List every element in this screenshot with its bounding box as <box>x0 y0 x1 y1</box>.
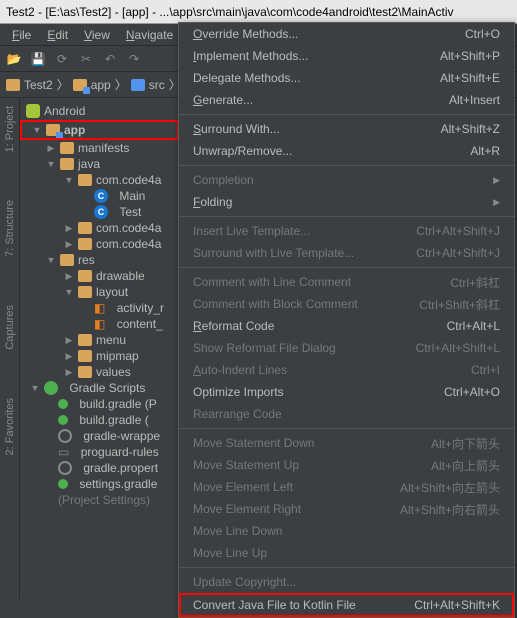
module-icon <box>73 79 87 91</box>
gear-icon <box>58 461 72 475</box>
menu-item-20: Rearrange Code <box>179 403 514 425</box>
tree-header[interactable]: Android <box>20 102 179 120</box>
menu-item-3[interactable]: Generate...Alt+Insert <box>179 89 514 111</box>
menu-item-0[interactable]: Override Methods...Ctrl+O <box>179 23 514 45</box>
module-icon <box>46 124 60 136</box>
menu-item-1[interactable]: Implement Methods...Alt+Shift+P <box>179 45 514 67</box>
menu-item-5[interactable]: Surround With...Alt+Shift+Z <box>179 118 514 140</box>
tree-settings-gradle[interactable]: settings.gradle <box>20 476 179 492</box>
tree-mipmap[interactable]: mipmap <box>20 348 179 364</box>
menu-item-30[interactable]: Convert Java File to Kotlin FileCtrl+Alt… <box>179 593 514 617</box>
menu-item-15: Comment with Block CommentCtrl+Shift+斜杠 <box>179 293 514 315</box>
folder-icon <box>131 79 145 91</box>
menu-item-6[interactable]: Unwrap/Remove...Alt+R <box>179 140 514 162</box>
tree-content-xml[interactable]: ◧ content_ <box>20 316 179 332</box>
window-titlebar: Test2 - [E:\as\Test2] - [app] - ...\app\… <box>0 0 517 24</box>
folder-icon <box>60 254 74 266</box>
tab-captures[interactable]: Captures <box>2 301 18 354</box>
folder-icon <box>60 158 74 170</box>
menu-edit[interactable]: Edit <box>39 26 76 44</box>
window-title: Test2 - [E:\as\Test2] - [app] - ...\app\… <box>6 5 454 19</box>
tree-res[interactable]: res <box>20 252 179 268</box>
menu-navigate[interactable]: Navigate <box>118 26 181 44</box>
tree-wrapper[interactable]: gradle-wrappe <box>20 428 179 444</box>
tree-menu-folder[interactable]: menu <box>20 332 179 348</box>
open-icon[interactable]: 📂 <box>6 51 22 67</box>
menu-item-11: Insert Live Template...Ctrl+Alt+Shift+J <box>179 220 514 242</box>
package-icon <box>78 222 92 234</box>
gradle-file-icon <box>58 415 68 425</box>
tab-project[interactable]: 1: Project <box>2 102 18 156</box>
breadcrumb-module[interactable]: app <box>73 78 111 92</box>
menu-item-29: Update Copyright... <box>179 571 514 593</box>
menu-item-16[interactable]: Reformat CodeCtrl+Alt+L <box>179 315 514 337</box>
tree-drawable[interactable]: drawable <box>20 268 179 284</box>
tree-java[interactable]: java <box>20 156 179 172</box>
folder-icon <box>6 79 20 91</box>
gear-icon <box>58 429 72 443</box>
gradle-file-icon <box>58 479 68 489</box>
undo-icon[interactable]: ↶ <box>102 51 118 67</box>
tree-build2[interactable]: build.gradle ( <box>20 412 179 428</box>
menu-item-14: Comment with Line CommentCtrl+斜杠 <box>179 271 514 293</box>
tab-structure[interactable]: 7: Structure <box>2 196 18 261</box>
project-tree: Android app manifests java com.code4a C … <box>20 98 180 599</box>
left-gutter: 1: Project 7: Structure Captures 2: Favo… <box>0 98 20 599</box>
gradle-file-icon <box>58 399 68 409</box>
breadcrumb-src[interactable]: src <box>131 78 165 92</box>
tree-pkg3[interactable]: com.code4a <box>20 236 179 252</box>
menu-view[interactable]: View <box>76 26 118 44</box>
tree-pkg2[interactable]: com.code4a <box>20 220 179 236</box>
tree-footer: (Project Settings) <box>20 492 179 508</box>
package-icon <box>78 238 92 250</box>
tree-pkg1[interactable]: com.code4a <box>20 172 179 188</box>
tree-build1[interactable]: build.gradle (P <box>20 396 179 412</box>
menu-item-9[interactable]: Folding▶ <box>179 191 514 213</box>
tree-gradle-props[interactable]: gradle.propert <box>20 460 179 476</box>
menu-item-18: Auto-Indent LinesCtrl+I <box>179 359 514 381</box>
folder-icon <box>78 366 92 378</box>
code-menu-dropdown: Override Methods...Ctrl+OImplement Metho… <box>178 22 515 618</box>
folder-icon <box>78 286 92 298</box>
tree-activity-xml[interactable]: ◧ activity_r <box>20 300 179 316</box>
class-icon: C <box>94 205 108 219</box>
folder-icon <box>78 334 92 346</box>
menu-item-23: Move Statement UpAlt+向上箭头 <box>179 454 514 476</box>
cut-icon[interactable]: ✂ <box>78 51 94 67</box>
menu-item-12: Surround with Live Template...Ctrl+Alt+S… <box>179 242 514 264</box>
menu-item-27: Move Line Up <box>179 542 514 564</box>
tree-gradle-scripts[interactable]: Gradle Scripts <box>20 380 179 396</box>
folder-icon <box>78 270 92 282</box>
tree-app[interactable]: app <box>20 120 179 140</box>
tree-layout[interactable]: layout <box>20 284 179 300</box>
folder-icon <box>60 142 74 154</box>
menu-item-26: Move Line Down <box>179 520 514 542</box>
gradle-icon <box>44 381 58 395</box>
redo-icon[interactable]: ↷ <box>126 51 142 67</box>
menu-item-8: Completion▶ <box>179 169 514 191</box>
tree-proguard[interactable]: ▭ proguard-rules <box>20 444 179 460</box>
tree-manifests[interactable]: manifests <box>20 140 179 156</box>
tree-values[interactable]: values <box>20 364 179 380</box>
menu-item-22: Move Statement DownAlt+向下箭头 <box>179 432 514 454</box>
package-icon <box>78 174 92 186</box>
folder-icon <box>78 350 92 362</box>
menu-item-24: Move Element LeftAlt+Shift+向左箭头 <box>179 476 514 498</box>
menu-item-17: Show Reformat File DialogCtrl+Alt+Shift+… <box>179 337 514 359</box>
tree-main-class[interactable]: C Main <box>20 188 179 204</box>
tree-test-class[interactable]: C Test <box>20 204 179 220</box>
save-icon[interactable]: 💾 <box>30 51 46 67</box>
tab-favorites[interactable]: 2: Favorites <box>2 394 18 459</box>
menu-item-2[interactable]: Delegate Methods...Alt+Shift+E <box>179 67 514 89</box>
breadcrumb-root[interactable]: Test2 <box>6 78 53 92</box>
refresh-icon[interactable]: ⟳ <box>54 51 70 67</box>
menu-item-25: Move Element RightAlt+Shift+向右箭头 <box>179 498 514 520</box>
android-icon <box>26 104 40 118</box>
menu-item-19[interactable]: Optimize ImportsCtrl+Alt+O <box>179 381 514 403</box>
class-icon: C <box>94 189 108 203</box>
menu-file[interactable]: File <box>4 26 39 44</box>
